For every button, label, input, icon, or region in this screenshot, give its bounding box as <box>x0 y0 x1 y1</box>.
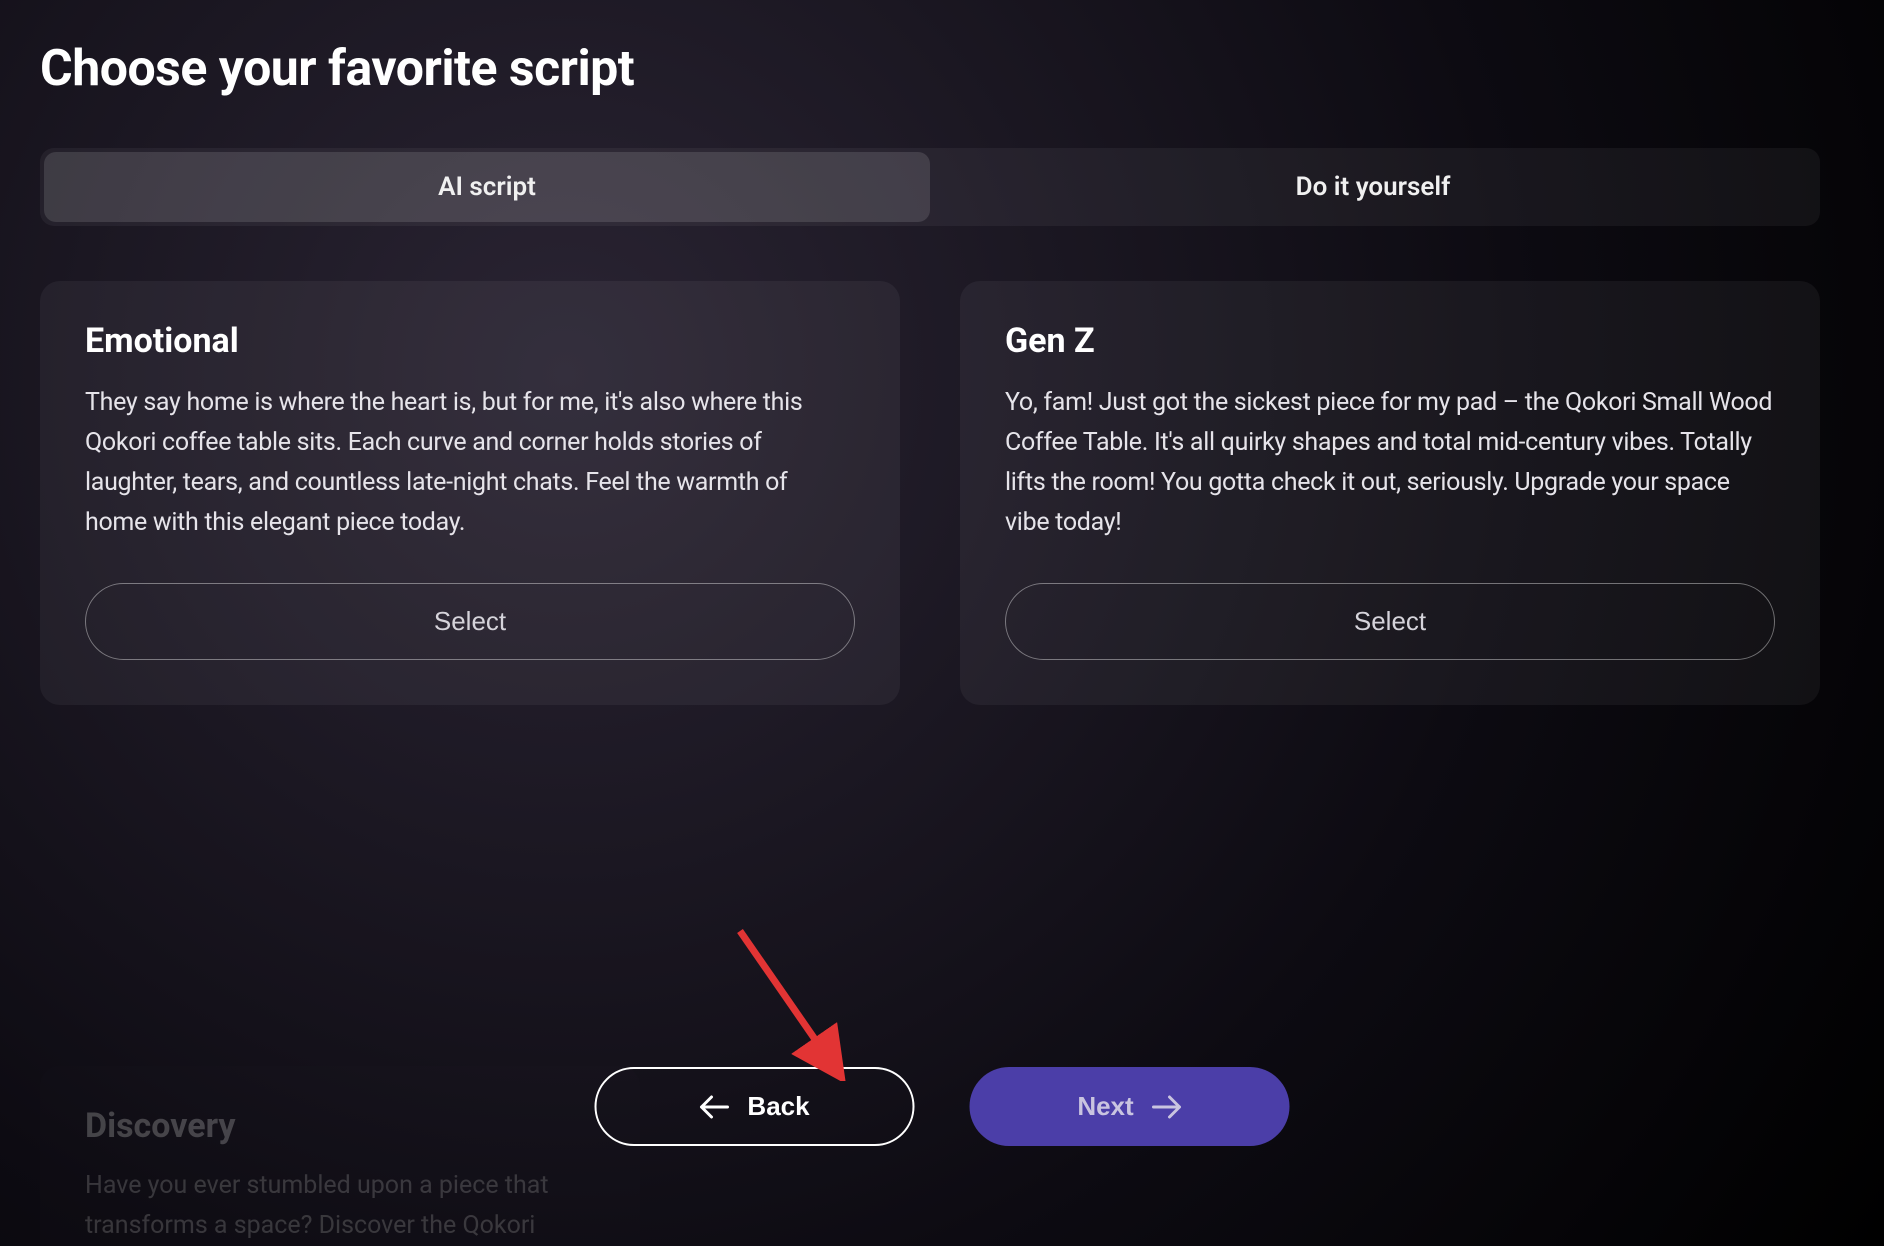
script-card-body: They say home is where the heart is, but… <box>85 383 855 543</box>
next-button[interactable]: Next <box>970 1067 1290 1146</box>
script-card-emotional: Emotional They say home is where the hea… <box>40 281 900 705</box>
arrow-left-icon <box>699 1095 729 1119</box>
page-title: Choose your favorite script <box>40 40 1844 98</box>
script-card-title: Gen Z <box>1005 321 1775 361</box>
script-card-body: Have you ever stumbled upon a piece that… <box>85 1166 595 1246</box>
tab-do-it-yourself[interactable]: Do it yourself <box>930 152 1816 222</box>
footer-nav: Back Next <box>595 1067 1290 1146</box>
next-button-label: Next <box>1077 1091 1133 1122</box>
select-button-genz[interactable]: Select <box>1005 583 1775 660</box>
select-button-emotional[interactable]: Select <box>85 583 855 660</box>
tab-bar: AI script Do it yourself <box>40 148 1820 226</box>
back-button-label: Back <box>747 1091 809 1122</box>
back-button[interactable]: Back <box>595 1067 915 1146</box>
tab-ai-script[interactable]: AI script <box>44 152 930 222</box>
arrow-right-icon <box>1152 1095 1182 1119</box>
script-card-title: Discovery <box>85 1106 595 1146</box>
script-card-title: Emotional <box>85 321 855 361</box>
annotation-arrow-icon <box>730 921 860 1081</box>
script-cards: Emotional They say home is where the hea… <box>40 281 1820 705</box>
script-card-genz: Gen Z Yo, fam! Just got the sickest piec… <box>960 281 1820 705</box>
script-card-body: Yo, fam! Just got the sickest piece for … <box>1005 383 1775 543</box>
script-card-discovery-partial: Discovery Have you ever stumbled upon a … <box>40 1066 640 1246</box>
